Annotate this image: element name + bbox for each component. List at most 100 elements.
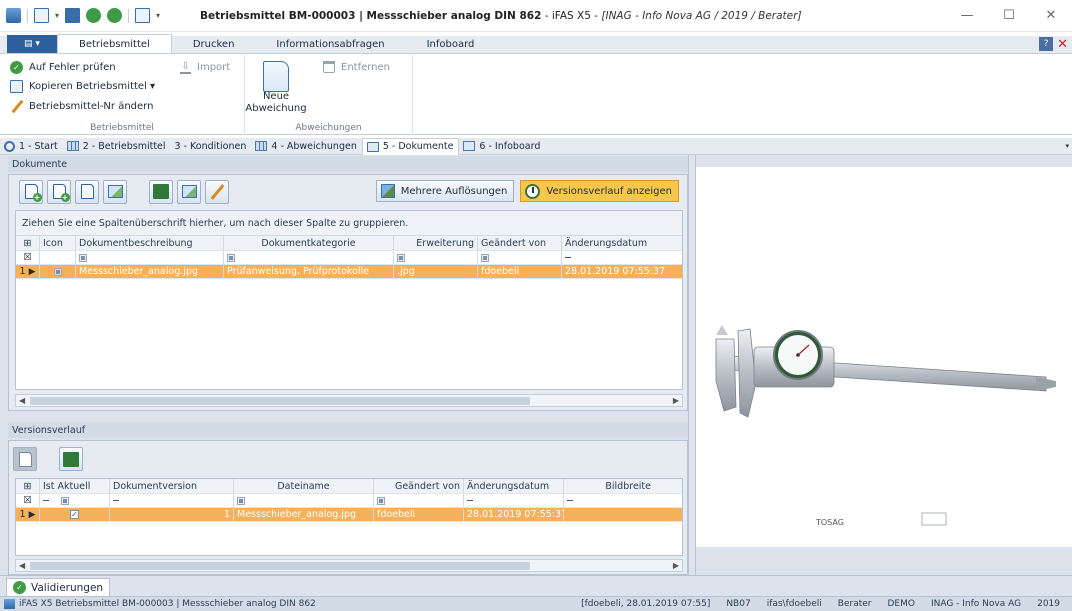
filter-clear-icon[interactable]: ☒ xyxy=(16,251,40,264)
col-header-extension[interactable]: Erweiterung xyxy=(394,236,478,250)
link-document-button[interactable] xyxy=(75,179,99,204)
col-header-filename[interactable]: Dateiname xyxy=(234,479,374,493)
rename-nr-button[interactable]: Betriebsmittel-Nr ändern xyxy=(10,100,153,113)
col-header-description[interactable]: Dokumentbeschreibung xyxy=(76,236,224,250)
edit-document-button[interactable] xyxy=(205,179,229,204)
column-chooser-icon[interactable]: ⊞ xyxy=(16,479,40,493)
col-header-changed-at[interactable]: Änderungsdatum xyxy=(464,479,564,493)
col-header-icon[interactable]: Icon xyxy=(40,236,76,250)
minimize-button[interactable]: — xyxy=(946,0,988,32)
grid-icon xyxy=(66,141,79,151)
remove-button[interactable]: Entfernen xyxy=(323,61,390,73)
tab-infoboard[interactable]: Infoboard xyxy=(406,35,496,53)
status-right: [fdoebeli, 28.01.2019 07:55] NB07 ifas\f… xyxy=(581,599,1072,609)
scrollbar-thumb[interactable] xyxy=(30,562,530,570)
col-header-changed-by[interactable]: Geändert von xyxy=(374,479,464,493)
import-button[interactable]: ⇩ Import xyxy=(180,61,230,74)
cell-is-current[interactable]: ✓ xyxy=(40,508,110,521)
check-icon[interactable] xyxy=(86,8,102,23)
filter-icon xyxy=(61,496,69,505)
tab-drucken[interactable]: Drucken xyxy=(172,35,256,53)
scan-document-button[interactable] xyxy=(103,179,127,204)
filter-cell[interactable] xyxy=(40,251,76,264)
tab-betriebsmittel-details[interactable]: 2 - Betriebsmittel xyxy=(63,138,171,155)
filter-cell[interactable] xyxy=(562,251,682,264)
show-version-history-button[interactable]: Versionsverlauf anzeigen xyxy=(520,180,679,202)
versionsverlauf-horizontal-scrollbar[interactable]: ◀ ▶ xyxy=(15,559,683,572)
scrollbar-thumb[interactable] xyxy=(30,397,530,405)
table-row[interactable]: 1 ▶ Messschieber_analog.jpg Prüfanweisun… xyxy=(16,265,682,279)
save-icon[interactable] xyxy=(65,8,81,23)
filter-cell[interactable] xyxy=(40,494,110,507)
col-header-changed-at[interactable]: Änderungsdatum xyxy=(562,236,682,250)
dokumente-horizontal-scrollbar[interactable]: ◀ ▶ xyxy=(15,394,683,407)
tab-infoboard-page[interactable]: 6 - Infoboard xyxy=(459,138,545,155)
new-abweichung-button[interactable]: Neue Abweichung xyxy=(245,55,307,119)
multiple-resolutions-button[interactable]: Mehrere Auflösungen xyxy=(375,180,515,202)
filter-cell[interactable] xyxy=(478,251,562,264)
filter-cell[interactable] xyxy=(564,494,654,507)
filter-cell[interactable] xyxy=(464,494,564,507)
vertical-splitter[interactable] xyxy=(688,155,696,575)
export-icon xyxy=(153,184,169,199)
save-close-icon[interactable] xyxy=(107,8,123,23)
add-document-icon: + xyxy=(24,184,42,202)
app-icon[interactable] xyxy=(6,8,21,23)
col-header-version[interactable]: Dokumentversion xyxy=(110,479,234,493)
filter-cell[interactable] xyxy=(110,494,234,507)
add-document-button[interactable]: + xyxy=(19,179,43,204)
tab-betriebsmittel[interactable]: Betriebsmittel xyxy=(57,34,172,53)
close-document-button[interactable]: ✕ xyxy=(1057,37,1068,52)
pin-icon[interactable]: ▾ xyxy=(1065,142,1069,150)
scroll-left-icon[interactable]: ◀ xyxy=(19,561,25,570)
tab-abweichungen[interactable]: 4 - Abweichungen xyxy=(251,138,361,155)
filter-cell[interactable] xyxy=(374,494,464,507)
check-circle-icon: ✓ xyxy=(10,61,23,74)
check-errors-button[interactable]: ✓ Auf Fehler prüfen xyxy=(10,61,116,74)
filter-cell[interactable] xyxy=(234,494,374,507)
column-chooser-icon[interactable]: ⊞ xyxy=(16,236,40,250)
col-header-category[interactable]: Dokumentkategorie xyxy=(224,236,394,250)
close-button[interactable]: ✕ xyxy=(1030,0,1072,32)
filter-clear-icon[interactable]: ☒ xyxy=(16,494,40,507)
scroll-left-icon[interactable]: ◀ xyxy=(19,396,25,405)
restore-version-button[interactable] xyxy=(13,447,37,471)
customize-toolbar-icon[interactable]: ▾ xyxy=(156,11,160,20)
ribbon-tabs: ▤ ▾ Betriebsmittel Drucken Informationsa… xyxy=(0,34,1072,54)
refresh-icon[interactable] xyxy=(135,8,151,23)
add-multiple-documents-button[interactable]: + xyxy=(47,179,71,204)
export-version-button[interactable] xyxy=(59,447,83,471)
remove-label: Entfernen xyxy=(341,61,391,73)
copy-betriebsmittel-button[interactable]: Kopieren Betriebsmittel ▾ xyxy=(10,80,155,93)
help-button[interactable]: ? xyxy=(1039,37,1054,51)
tab-dokumente[interactable]: 5 - Dokumente xyxy=(361,137,460,155)
scroll-right-icon[interactable]: ▶ xyxy=(673,396,679,405)
tab-konditionen[interactable]: 3 - Konditionen xyxy=(171,138,252,155)
maximize-button[interactable]: ☐ xyxy=(988,0,1030,32)
col-header-is-current[interactable]: Ist Aktuell xyxy=(40,479,110,493)
tab-validierungen[interactable]: ✓ Validierungen xyxy=(6,578,111,596)
versionsverlauf-panel: ⊞ Ist Aktuell Dokumentversion Dateiname … xyxy=(8,440,688,575)
row-pointer-icon: ▶ xyxy=(28,509,36,520)
filter-cell[interactable] xyxy=(224,251,394,264)
scroll-right-icon[interactable]: ▶ xyxy=(673,561,679,570)
col-header-image-width[interactable]: Bildbreite xyxy=(564,479,654,493)
tab-start[interactable]: 1 - Start xyxy=(0,138,63,155)
filter-cell[interactable] xyxy=(76,251,224,264)
filter-cell[interactable] xyxy=(394,251,478,264)
import-icon: ⇩ xyxy=(180,61,191,74)
filter-dash xyxy=(565,257,571,258)
table-row[interactable]: 1 ▶ ✓ 1 Messschieber_analog.jpg fdoebeli… xyxy=(16,508,682,522)
status-left: iFAS X5 Betriebsmittel BM-000003 | Messs… xyxy=(4,599,316,609)
status-year: 2019 xyxy=(1037,599,1060,609)
export-button[interactable] xyxy=(149,179,173,204)
tab-informationsabfragen[interactable]: Informationsabfragen xyxy=(255,35,405,53)
versionsverlauf-toolbar xyxy=(9,441,687,477)
new-file-icon[interactable] xyxy=(34,8,49,23)
app-menu-button[interactable]: ▤ ▾ xyxy=(7,35,57,53)
col-header-changed-by[interactable]: Geändert von xyxy=(478,236,562,250)
copy-icon xyxy=(10,80,23,93)
open-image-button[interactable] xyxy=(177,179,201,204)
chevron-down-icon[interactable]: ▾ xyxy=(55,11,59,20)
is-current-checkbox[interactable]: ✓ xyxy=(70,510,79,519)
